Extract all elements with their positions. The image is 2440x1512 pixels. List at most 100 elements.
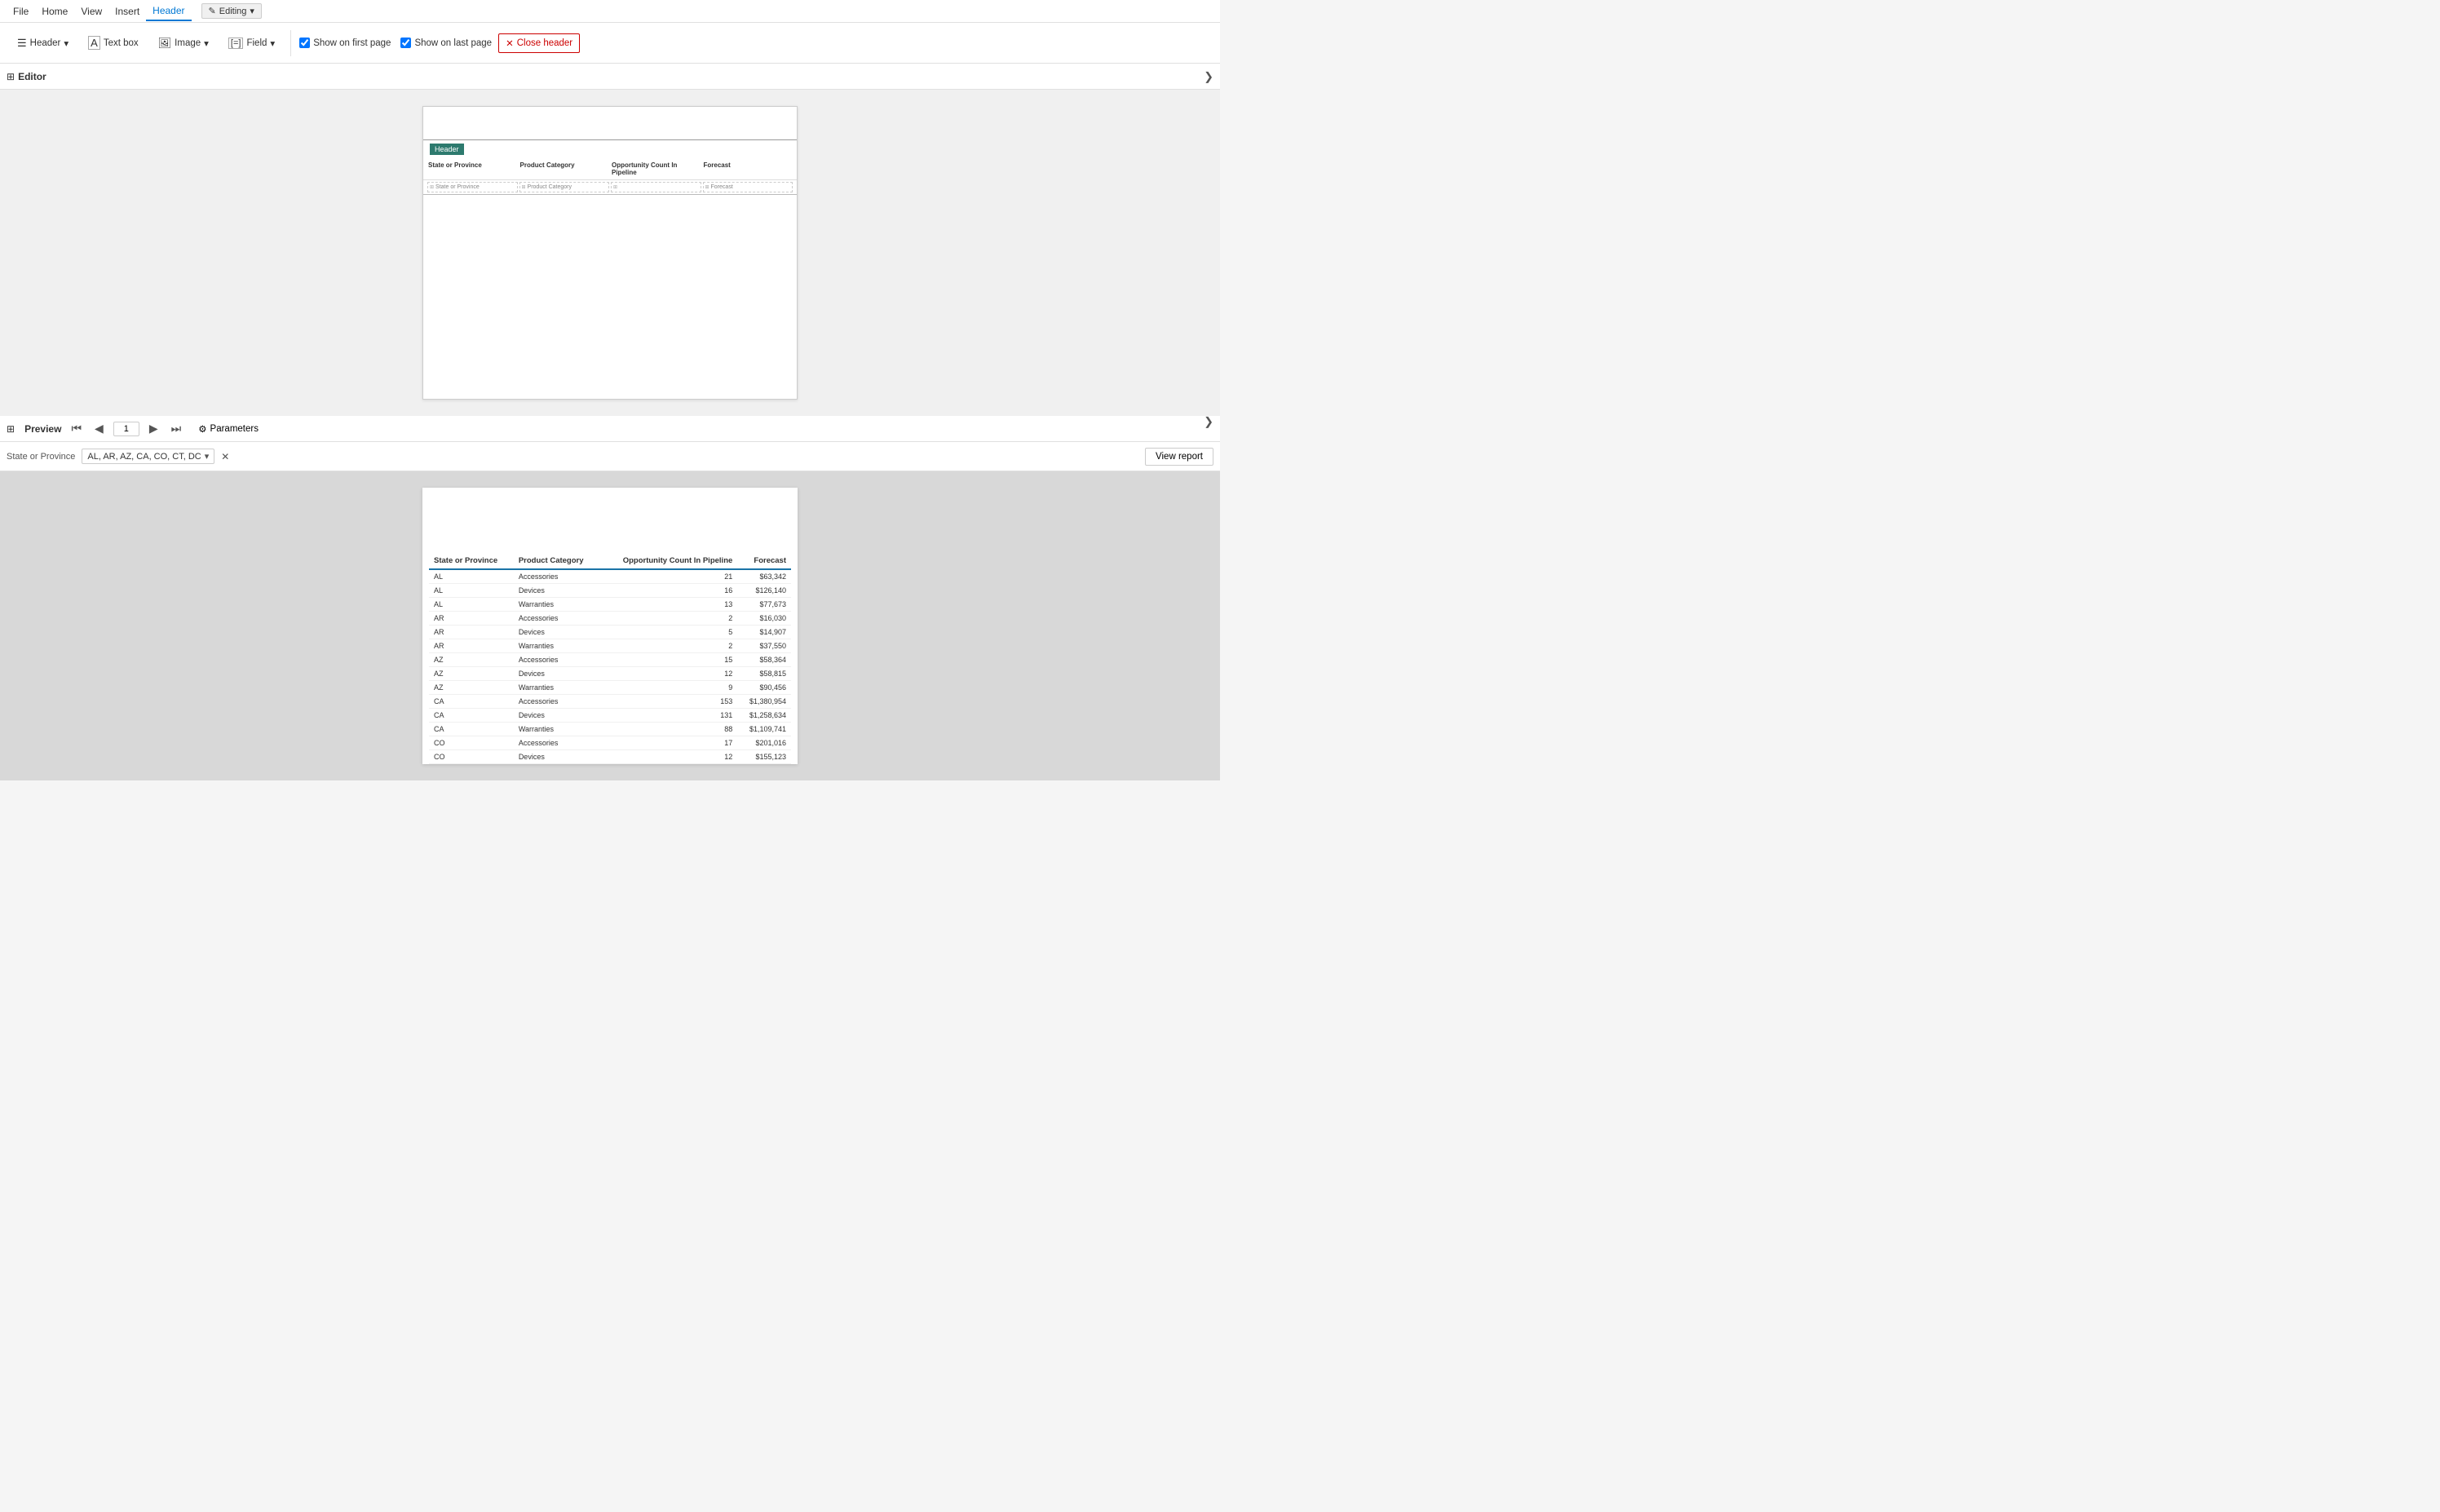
table-cell: Accessories [514, 695, 600, 709]
close-header-button[interactable]: ✕ Close header [498, 33, 580, 53]
first-page-button[interactable]: ⏮ [68, 420, 85, 437]
table-cell: $16,030 [737, 612, 791, 626]
preview-content: State or Province Product Category Oppor… [0, 471, 1220, 780]
table-row: ALWarranties13$77,673 [429, 598, 791, 612]
canvas-col-opportunity: Opportunity Count In Pipeline [610, 160, 702, 178]
cell-icon-state: ⊞ [430, 184, 434, 190]
menu-file[interactable]: File [7, 2, 35, 20]
close-header-label: Close header [517, 38, 572, 48]
table-cell: 17 [599, 736, 737, 750]
param-state-text: AL, AR, AZ, CA, CO, CT, DC [87, 452, 201, 462]
editing-badge[interactable]: ✎ Editing ▾ [201, 3, 262, 19]
page-number-input[interactable] [113, 422, 139, 436]
table-cell: AZ [429, 667, 514, 681]
view-report-button[interactable]: View report [1145, 448, 1213, 466]
menu-insert[interactable]: Insert [108, 2, 146, 20]
cell-icon-opportunity: ⊞ [613, 184, 617, 190]
table-row: COAccessories17$201,016 [429, 736, 791, 750]
editor-title: Editor [18, 71, 46, 82]
canvas-header-label: Header [430, 144, 464, 155]
header-button[interactable]: ☰ Header ▾ [10, 33, 76, 54]
edit-icon: ✎ [209, 6, 216, 16]
th-product: Product Category [514, 553, 600, 569]
textbox-button[interactable]: A Text box [81, 32, 146, 54]
param-dropdown-icon[interactable]: ▾ [205, 451, 210, 462]
table-cell: $201,016 [737, 736, 791, 750]
editing-label: Editing [219, 7, 247, 16]
cell-label-state: State or Province [435, 184, 480, 190]
table-cell: 21 [599, 569, 737, 584]
param-state-value[interactable]: AL, AR, AZ, CA, CO, CT, DC ▾ [82, 449, 214, 464]
canvas-col-state: State or Province [427, 160, 519, 178]
params-bar: State or Province AL, AR, AZ, CA, CO, CT… [0, 442, 1220, 471]
show-last-checkbox[interactable] [400, 38, 411, 48]
menu-header[interactable]: Header [146, 2, 191, 21]
table-cell: Devices [514, 626, 600, 639]
table-cell: Warranties [514, 598, 600, 612]
canvas-header-section[interactable]: Header State or Province Product Categor… [423, 139, 797, 195]
parameters-button[interactable]: ⚙ Parameters [191, 419, 266, 439]
collapse-preview-icon[interactable]: ❯ [1204, 415, 1213, 429]
show-first-checkbox-label[interactable]: Show on first page [299, 38, 391, 48]
menu-home[interactable]: Home [35, 2, 74, 20]
table-cell: $155,123 [737, 750, 791, 764]
table-cell: 9 [599, 681, 737, 695]
collapse-editor-icon[interactable]: ❯ [1204, 69, 1213, 83]
table-cell: Warranties [514, 681, 600, 695]
table-cell: AZ [429, 681, 514, 695]
table-cell: 88 [599, 723, 737, 736]
table-cell: $58,364 [737, 653, 791, 667]
canvas-col-forecast: Forecast [702, 160, 794, 178]
canvas-top-space [423, 107, 797, 139]
table-cell: Warranties [514, 723, 600, 736]
show-first-checkbox[interactable] [299, 38, 310, 48]
canvas-cell-state[interactable]: ⊞ State or Province [427, 182, 518, 192]
prev-page-button[interactable]: ◀ [91, 420, 107, 437]
editor-section: ⊞ Editor ❯ Header State or Province Prod… [0, 64, 1220, 416]
show-last-checkbox-label[interactable]: Show on last page [400, 38, 492, 48]
param-clear-button[interactable]: ✕ [221, 451, 229, 462]
ribbon-insert-group: ☰ Header ▾ A Text box 🖼 Image ▾ [=] Fiel… [7, 32, 285, 54]
table-cell: Accessories [514, 612, 600, 626]
table-cell: Accessories [514, 736, 600, 750]
cell-label-product: Product Category [528, 184, 572, 190]
next-page-button[interactable]: ▶ [146, 420, 161, 437]
table-row: CAAccessories153$1,380,954 [429, 695, 791, 709]
table-cell: CO [429, 736, 514, 750]
canvas-cell-forecast[interactable]: ⊞ Forecast [703, 182, 793, 192]
table-cell: Devices [514, 667, 600, 681]
table-cell: 12 [599, 750, 737, 764]
table-cell: $90,456 [737, 681, 791, 695]
preview-section: ⊞ Preview ⏮ ◀ ▶ ⏭ ⚙ Parameters ❯ State o… [0, 416, 1220, 780]
table-cell: $1,258,634 [737, 709, 791, 723]
parameters-icon: ⚙ [198, 423, 206, 435]
table-cell: CA [429, 723, 514, 736]
table-cell: Devices [514, 750, 600, 764]
table-header-row: State or Province Product Category Oppor… [429, 553, 791, 569]
last-page-button[interactable]: ⏭ [168, 420, 185, 437]
table-row: ALAccessories21$63,342 [429, 569, 791, 584]
table-cell: AR [429, 626, 514, 639]
table-cell: Accessories [514, 569, 600, 584]
field-icon: [=] [228, 38, 244, 49]
table-row: AZAccessories15$58,364 [429, 653, 791, 667]
param-state-label: State or Province [7, 452, 75, 462]
th-opportunity: Opportunity Count In Pipeline [599, 553, 737, 569]
table-cell: Devices [514, 709, 600, 723]
field-button[interactable]: [=] Field ▾ [221, 33, 282, 53]
cell-label-forecast: Forecast [711, 184, 733, 190]
th-state: State or Province [429, 553, 514, 569]
table-cell: AL [429, 584, 514, 598]
preview-title: Preview [24, 423, 61, 435]
table-row: ALDevices16$126,140 [429, 584, 791, 598]
canvas-cell-product[interactable]: ⊞ Product Category [519, 182, 610, 192]
table-cell: 13 [599, 598, 737, 612]
show-last-group: Show on last page [397, 38, 495, 48]
table-cell: Accessories [514, 653, 600, 667]
header-icon: ☰ [17, 37, 27, 50]
image-button[interactable]: 🖼 Image ▾ [151, 33, 216, 54]
table-cell: $14,907 [737, 626, 791, 639]
menu-view[interactable]: View [74, 2, 108, 20]
table-cell: 12 [599, 667, 737, 681]
canvas-cell-opportunity[interactable]: ⊞ [611, 182, 701, 192]
